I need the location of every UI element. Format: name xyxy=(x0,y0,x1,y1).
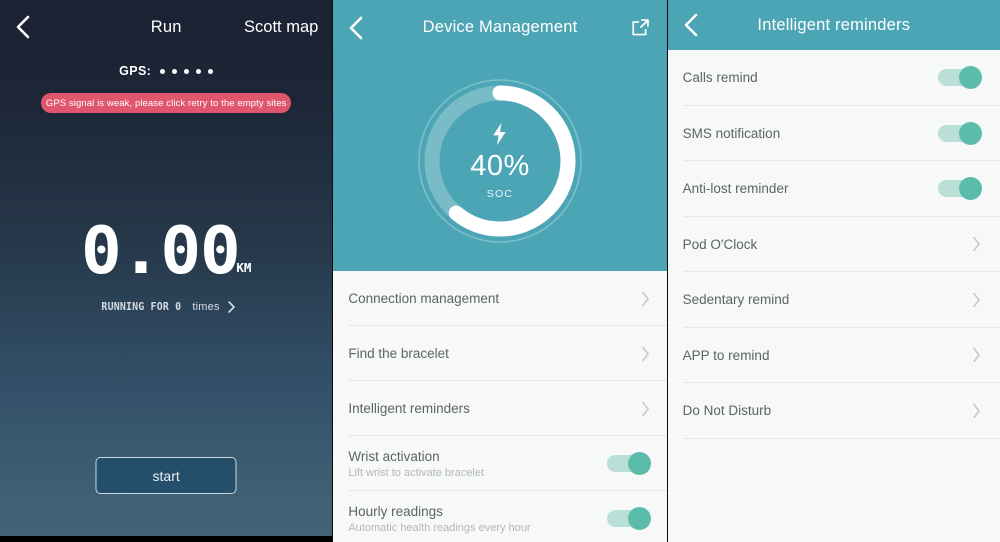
chevron-right-icon xyxy=(973,236,980,252)
chevron-right-icon xyxy=(973,292,980,308)
list-item-label: Find the bracelet xyxy=(348,346,449,361)
anti-lost-reminder-toggle[interactable] xyxy=(937,177,982,201)
run-history-unit: times xyxy=(192,300,220,313)
toggle-knob xyxy=(958,66,982,90)
gps-status: GPS: xyxy=(0,64,332,78)
run-header: Run Scott map xyxy=(0,0,333,54)
chevron-left-icon xyxy=(350,16,363,39)
list-item-label: Connection management xyxy=(348,291,500,306)
page-title: Device Management xyxy=(422,18,578,36)
list-item-pod-oclock[interactable]: Pod O'Clock xyxy=(668,217,1000,273)
external-link-icon xyxy=(632,19,649,36)
list-item-label: Do Not Disturb xyxy=(682,403,772,419)
back-button[interactable] xyxy=(668,0,714,50)
distance-display: 0.00 KM RUNNING FOR 0 times xyxy=(0,214,332,314)
calls-remind-toggle[interactable] xyxy=(937,66,982,90)
list-item-do-not-disturb[interactable]: Do Not Disturb xyxy=(668,383,1000,439)
page-title: Intelligent reminders xyxy=(757,15,911,34)
list-item-connection-management[interactable]: Connection management xyxy=(333,271,667,326)
reminders-header: Intelligent reminders xyxy=(667,0,1000,50)
list-item-label: Wrist activation xyxy=(348,448,440,464)
toggle-knob xyxy=(627,507,651,530)
list-item-label: Anti-lost reminder xyxy=(682,181,789,197)
run-screen: Run Scott map GPS: GPS signal is weak, p… xyxy=(0,0,333,542)
list-item-hourly-readings[interactable]: Hourly readings Automatic health reading… xyxy=(333,491,666,542)
wrist-activation-toggle[interactable] xyxy=(606,452,651,475)
toggle-knob xyxy=(627,452,651,475)
list-item-anti-lost-reminder[interactable]: Anti-lost reminder xyxy=(668,161,1000,217)
chevron-left-icon xyxy=(16,15,30,39)
chevron-right-icon xyxy=(973,403,980,419)
run-history-count: RUNNING FOR 0 xyxy=(101,300,181,314)
gps-dot xyxy=(208,68,214,74)
list-item-calls-remind[interactable]: Calls remind xyxy=(668,50,1000,106)
device-hero: Device Management 40% SOC xyxy=(333,0,667,271)
back-button[interactable] xyxy=(333,0,379,55)
reminders-list: Calls remind SMS notification Anti-lost … xyxy=(668,50,1000,439)
gps-warning-banner[interactable]: GPS signal is weak, please click retry t… xyxy=(41,93,292,113)
device-header: Device Management xyxy=(333,0,666,55)
list-item-label: Calls remind xyxy=(682,70,758,86)
run-history-link[interactable]: RUNNING FOR 0 times xyxy=(0,300,332,314)
list-item-label: Pod O'Clock xyxy=(682,236,758,252)
sms-notification-toggle[interactable] xyxy=(937,121,982,145)
toggle-knob xyxy=(958,121,982,145)
chevron-left-icon xyxy=(684,13,697,37)
list-item-wrist-activation[interactable]: Wrist activation Lift wrist to activate … xyxy=(333,436,667,491)
lightning-bolt-icon xyxy=(493,122,507,146)
list-item-label: Sedentary remind xyxy=(682,292,790,308)
gps-label: GPS: xyxy=(119,64,152,78)
list-item-find-the-bracelet[interactable]: Find the bracelet xyxy=(333,326,667,381)
list-item-sms-notification[interactable]: SMS notification xyxy=(668,106,1000,162)
chevron-right-icon xyxy=(641,291,649,306)
list-item-sublabel: Lift wrist to activate bracelet xyxy=(348,466,485,479)
hourly-readings-toggle[interactable] xyxy=(606,507,651,530)
chevron-right-icon xyxy=(641,346,649,361)
back-button[interactable] xyxy=(0,0,46,54)
gps-dot xyxy=(172,68,178,74)
device-settings-list: Connection management Find the bracelet … xyxy=(333,271,667,542)
list-item-intelligent-reminders[interactable]: Intelligent reminders xyxy=(333,381,667,436)
three-screen-comparison: Run Scott map GPS: GPS signal is weak, p… xyxy=(0,0,1000,542)
battery-percent: 40% xyxy=(470,150,530,182)
battery-ring-center: 40% SOC xyxy=(415,76,585,246)
start-button[interactable]: start xyxy=(95,457,237,494)
battery-ring: 40% SOC xyxy=(415,76,585,246)
list-item-sedentary-remind[interactable]: Sedentary remind xyxy=(668,272,1000,328)
gps-dot xyxy=(196,68,202,74)
list-item-label: SMS notification xyxy=(682,125,781,141)
gps-signal-dots xyxy=(160,68,214,74)
list-item-label: Intelligent reminders xyxy=(348,401,470,416)
chevron-right-icon xyxy=(227,300,235,313)
battery-label: SOC xyxy=(486,188,514,200)
bottom-bar xyxy=(0,536,333,542)
scott-map-link[interactable]: Scott map xyxy=(244,0,318,54)
external-link-button[interactable] xyxy=(630,0,651,55)
list-item-app-to-remind[interactable]: APP to remind xyxy=(668,328,1000,384)
device-management-screen: Device Management 40% SOC Connection man… xyxy=(332,0,667,542)
gps-dot xyxy=(184,68,190,74)
list-item-label: APP to remind xyxy=(682,347,770,363)
toggle-knob xyxy=(958,177,982,201)
gps-dot xyxy=(160,68,166,74)
chevron-right-icon xyxy=(973,347,980,363)
list-item-sublabel: Automatic health readings every hour xyxy=(348,521,531,534)
distance-value: 0.00 xyxy=(80,214,241,289)
chevron-right-icon xyxy=(641,401,649,416)
intelligent-reminders-screen: Intelligent reminders Calls remind SMS n… xyxy=(666,0,1000,542)
list-item-label: Hourly readings xyxy=(348,503,443,519)
